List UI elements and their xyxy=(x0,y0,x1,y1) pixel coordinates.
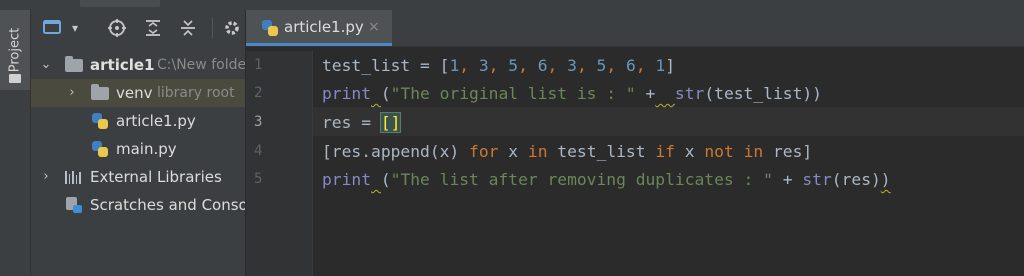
tree-item-label: article1.py xyxy=(116,112,196,130)
tree-root-article1[interactable]: ⌄ article1 C:\New folde xyxy=(31,51,245,79)
project-panel: ▾ ⌄ article1 C:\New folde › venv library… xyxy=(31,10,245,276)
code-token: , xyxy=(606,56,626,75)
code-token: (res) xyxy=(831,170,881,189)
tree-item-label: External Libraries xyxy=(90,168,222,186)
library-root-hint: library root xyxy=(157,85,235,101)
code-token: 5 xyxy=(596,56,607,75)
code-token: res] xyxy=(763,142,813,161)
code-editor: article1.py × 1 2 3 4 5 test_list = [1, … xyxy=(246,10,1024,276)
code-token: , xyxy=(635,56,656,75)
root-path-hint: C:\New folde xyxy=(157,57,245,73)
code-token: not in xyxy=(704,142,764,161)
code-token: res = xyxy=(322,113,381,132)
project-tool-tab[interactable]: Project xyxy=(0,10,30,90)
code-token: ( xyxy=(380,170,391,189)
code-token: "The original list is : " xyxy=(390,84,636,103)
tree-item-label: main.py xyxy=(116,140,177,158)
python-file-icon xyxy=(262,20,278,36)
code-token: ) xyxy=(880,170,891,189)
code-token: for xyxy=(469,142,499,161)
line-number: 1 xyxy=(254,57,263,73)
chevron-down-icon[interactable]: ⌄ xyxy=(40,51,52,79)
code-token: [] xyxy=(379,112,402,133)
folder-icon xyxy=(65,56,83,72)
code-line-2[interactable]: print ("The original list is : " + str(t… xyxy=(322,79,822,108)
toolbar-divider xyxy=(212,18,213,38)
tree-item-external-libraries[interactable]: › External Libraries xyxy=(31,163,245,191)
code-token: 1 xyxy=(655,56,666,75)
line-number-gutter: 1 2 3 4 5 xyxy=(246,51,313,276)
editor-tab-bar: article1.py × xyxy=(246,10,1024,47)
code-line-3[interactable]: res = [] xyxy=(322,108,402,137)
code-token: 3 xyxy=(478,56,489,75)
code-token: 6 xyxy=(537,56,548,75)
code-line-4[interactable]: [res.append(x) for x in test_list if x n… xyxy=(322,137,812,166)
tree-item-scratches[interactable]: Scratches and Consol xyxy=(31,191,245,219)
collapse-all-icon[interactable] xyxy=(178,19,198,37)
code-token: x xyxy=(674,142,705,161)
tab-label: article1.py xyxy=(284,18,364,36)
folder-icon xyxy=(9,74,21,83)
code-token: 6 xyxy=(625,56,636,75)
breadcrumb xyxy=(80,0,160,7)
code-token: if xyxy=(655,142,675,161)
code-token: 3 xyxy=(567,56,577,75)
code-line-1[interactable]: test_list = [1, 3, 5, 6, 3, 5, 6, 1] xyxy=(322,51,675,80)
code-token: , xyxy=(547,56,568,75)
chevron-right-icon[interactable]: › xyxy=(66,79,78,107)
gear-icon[interactable] xyxy=(222,19,242,37)
code-line-5[interactable]: print ("The list after removing duplicat… xyxy=(322,165,891,194)
line-number: 4 xyxy=(254,143,263,159)
root-folder-name: article1 xyxy=(90,56,155,74)
tree-item-label: Scratches and Consol xyxy=(90,196,245,214)
project-tool-label: Project xyxy=(7,27,23,73)
tool-window-stripe: Project xyxy=(0,10,31,276)
code-token: test_list xyxy=(547,142,656,161)
code-token: x xyxy=(498,142,528,161)
project-toolbar: ▾ xyxy=(31,10,245,46)
expand-all-icon[interactable] xyxy=(143,19,163,37)
code-token: ] xyxy=(665,56,676,75)
code-token: str xyxy=(802,170,832,189)
tree-item-main-py[interactable]: main.py xyxy=(31,135,245,163)
line-number: 3 xyxy=(254,114,263,130)
window-icon[interactable] xyxy=(43,19,61,37)
scratches-icon xyxy=(66,197,82,213)
crosshair-icon[interactable] xyxy=(107,19,127,37)
tree-item-article1-py[interactable]: article1.py xyxy=(31,107,245,135)
python-file-icon xyxy=(92,141,108,157)
tree-item-venv[interactable]: › venv library root xyxy=(31,79,245,107)
python-file-icon xyxy=(92,113,108,129)
library-icon xyxy=(65,171,81,184)
line-number: 5 xyxy=(254,171,263,187)
code-token: in xyxy=(527,142,548,161)
code-token: , xyxy=(576,56,597,75)
code-token: + xyxy=(635,84,656,103)
chevron-right-icon[interactable]: › xyxy=(40,163,52,191)
current-line-highlight xyxy=(313,107,1024,136)
code-token: , xyxy=(488,56,509,75)
code-token: print xyxy=(322,170,372,189)
tab-article1-py[interactable]: article1.py × xyxy=(246,10,392,46)
code-token: "The list after removing duplicates : " xyxy=(390,170,773,189)
code-token: , xyxy=(518,56,538,75)
code-token: str xyxy=(674,84,705,103)
code-token: , xyxy=(459,56,479,75)
tree-item-label: venv xyxy=(116,84,153,102)
line-number: 2 xyxy=(254,85,263,101)
code-token: test_list = [ xyxy=(322,56,450,75)
close-icon[interactable]: × xyxy=(368,10,380,44)
code-token: (test_list)) xyxy=(704,84,822,103)
code-token: 5 xyxy=(508,56,519,75)
folder-icon xyxy=(91,84,109,100)
code-token: print xyxy=(322,84,372,103)
chevron-down-icon[interactable]: ▾ xyxy=(64,19,86,37)
code-token: ( xyxy=(380,84,391,103)
code-token: [res.append(x) xyxy=(322,142,470,161)
code-token: 1 xyxy=(449,56,460,75)
code-token: + xyxy=(772,170,803,189)
